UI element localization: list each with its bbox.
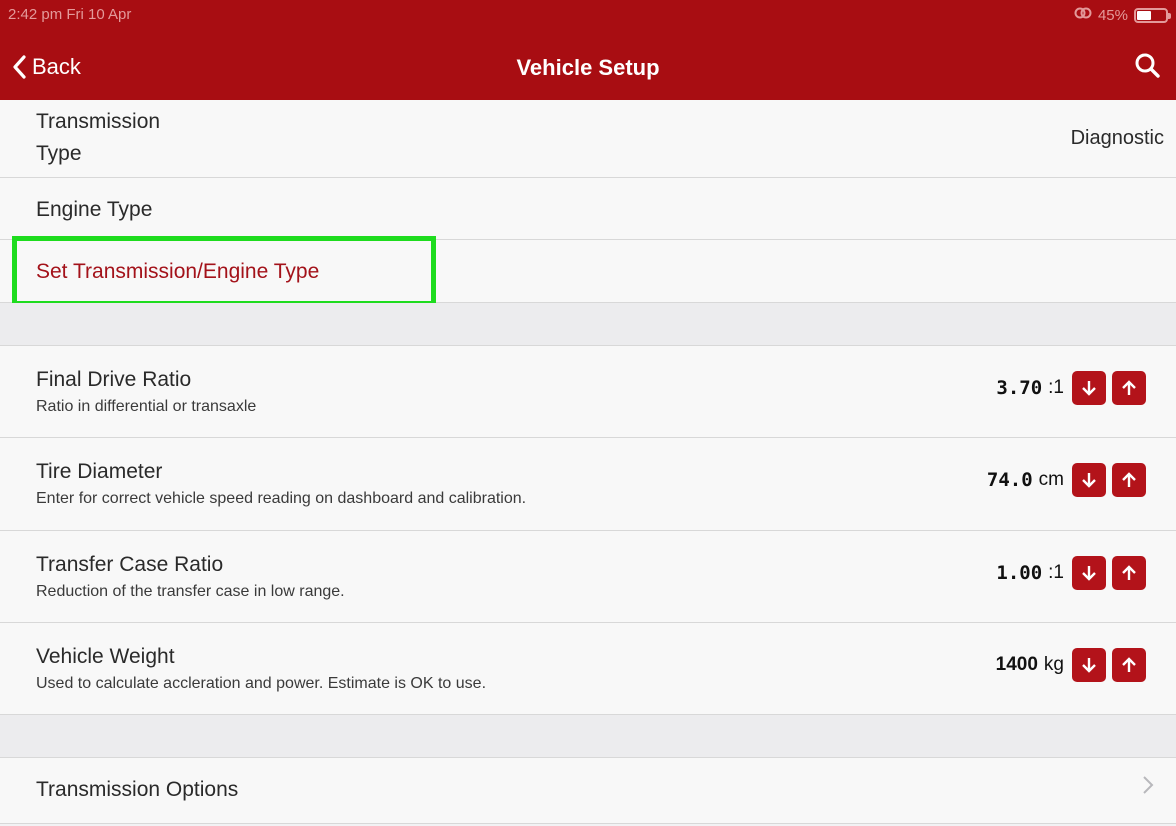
battery-percent: 45% <box>1097 6 1128 24</box>
status-indicators: 45% <box>1074 6 1171 24</box>
arrow-down-icon <box>1082 566 1096 581</box>
increase-button[interactable] <box>1112 556 1146 590</box>
navigation-bar: Back Vehicle Setup <box>0 30 1176 100</box>
transfer-case-ratio-row: Transfer Case Ratio Reduction of the tra… <box>0 531 1176 623</box>
arrow-up-icon <box>1122 565 1136 580</box>
arrow-down-icon <box>1082 658 1096 673</box>
vehicle-weight-subtitle: Used to calculate accleration and power.… <box>36 675 487 692</box>
chevron-right-icon <box>1143 776 1154 794</box>
tire-diameter-value: 74.0 <box>986 469 1033 491</box>
transmission-type-label-line2: Type <box>36 142 82 165</box>
final-drive-ratio-value: 3.70 <box>996 377 1043 399</box>
tire-diameter-title: Tire Diameter <box>36 460 163 483</box>
transfer-case-ratio-unit: :1 <box>1048 562 1064 583</box>
transmission-options-row[interactable]: Transmission Options <box>0 758 1176 824</box>
transmission-type-value: Diagnostic <box>1070 127 1164 149</box>
decrease-button[interactable] <box>1072 463 1106 497</box>
section-separator <box>0 303 1176 346</box>
transfer-case-ratio-title: Transfer Case Ratio <box>36 553 224 576</box>
final-drive-ratio-row: Final Drive Ratio Ratio in differential … <box>0 346 1176 438</box>
decrease-button[interactable] <box>1072 371 1106 405</box>
battery-icon <box>1134 7 1171 23</box>
transfer-case-ratio-subtitle: Reduction of the transfer case in low ra… <box>36 583 345 600</box>
decrease-button[interactable] <box>1072 556 1106 590</box>
increase-button[interactable] <box>1112 648 1146 682</box>
vehicle-weight-row: Vehicle Weight Used to calculate acclera… <box>0 623 1176 715</box>
arrow-down-icon <box>1082 473 1096 488</box>
page-title: Vehicle Setup <box>516 55 660 80</box>
increase-button[interactable] <box>1112 371 1146 405</box>
final-drive-ratio-subtitle: Ratio in differential or transaxle <box>36 398 257 415</box>
status-time: 2:42 pm Fri 10 Apr <box>8 6 132 23</box>
vehicle-weight-value: 1400 <box>995 654 1038 675</box>
vehicle-weight-unit: kg <box>1043 654 1064 675</box>
vehicle-weight-title: Vehicle Weight <box>36 645 175 668</box>
final-drive-ratio-title: Final Drive Ratio <box>36 368 192 391</box>
vehicle-weight-stepper: 1400 kg <box>996 648 1146 682</box>
tire-diameter-row: Tire Diameter Enter for correct vehicle … <box>0 438 1176 531</box>
increase-button[interactable] <box>1112 463 1146 497</box>
search-button[interactable] <box>1134 52 1160 83</box>
search-icon <box>1135 53 1160 78</box>
link-icon <box>1074 6 1092 24</box>
transmission-type-row[interactable]: Transmission Type Diagnostic <box>0 100 1176 178</box>
transfer-case-ratio-stepper: 1.00 :1 <box>996 556 1146 590</box>
final-drive-ratio-unit: :1 <box>1048 377 1064 398</box>
status-bar: 2:42 pm Fri 10 Apr 45% <box>0 0 1176 30</box>
highlight-box <box>12 236 436 306</box>
tire-diameter-stepper: 74.0 cm <box>987 463 1146 497</box>
arrow-up-icon <box>1122 657 1136 672</box>
tire-diameter-unit: cm <box>1038 469 1064 490</box>
transmission-options-label: Transmission Options <box>36 778 239 801</box>
decrease-button[interactable] <box>1072 648 1106 682</box>
transmission-type-label-line1: Transmission <box>36 110 161 133</box>
arrow-down-icon <box>1082 381 1096 396</box>
tire-diameter-subtitle: Enter for correct vehicle speed reading … <box>36 490 527 507</box>
engine-type-label: Engine Type <box>36 198 153 221</box>
engine-type-row[interactable]: Engine Type <box>0 178 1176 240</box>
section-separator <box>0 715 1176 758</box>
arrow-up-icon <box>1122 380 1136 395</box>
final-drive-ratio-stepper: 3.70 :1 <box>996 371 1146 405</box>
transfer-case-ratio-value: 1.00 <box>996 562 1043 584</box>
arrow-up-icon <box>1122 472 1136 487</box>
